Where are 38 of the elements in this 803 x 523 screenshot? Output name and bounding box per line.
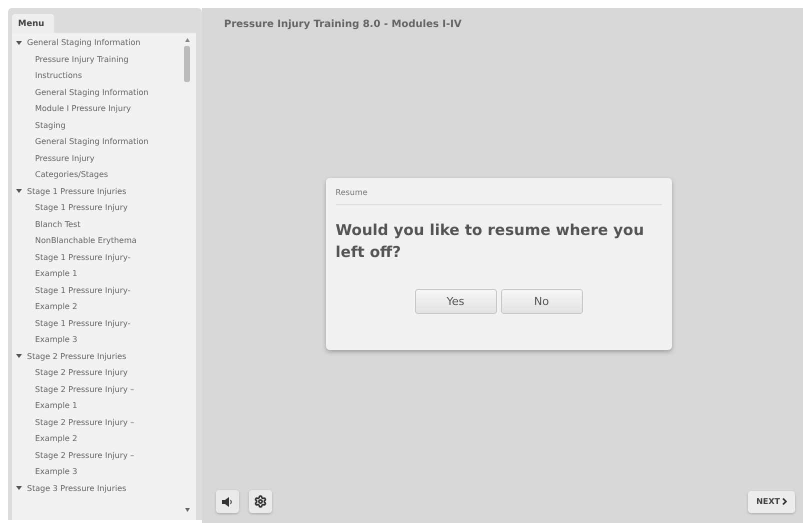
menu-item[interactable]: Pressure Injury Training Instructions	[35, 52, 159, 84]
dialog-button[interactable]: No	[500, 289, 582, 314]
course-title: Pressure Injury Training 8.0 - Modules I-IV	[223, 18, 463, 32]
chevron-icon	[782, 498, 787, 505]
menu-section[interactable]: Stage 1 Pressure Injuries	[27, 184, 126, 200]
scroll-down-icon[interactable]	[184, 508, 190, 512]
scrollbar-thumb[interactable]	[184, 46, 190, 82]
next-button[interactable]: NEXT	[748, 490, 795, 512]
caret-icon[interactable]	[16, 486, 22, 492]
dialog-message: Would you like to resume where you left off?	[336, 220, 645, 263]
menu-item[interactable]: Stage 2 Pressure Injury – Example 3	[35, 448, 159, 480]
menu-item[interactable]: Stage 1 Pressure Injury-Example 2	[35, 282, 159, 316]
menu-item[interactable]: Stage 1 Pressure Injury-Example 1	[35, 250, 159, 282]
sound-button[interactable]	[216, 490, 239, 513]
caret-icon[interactable]	[16, 189, 22, 194]
menu-item[interactable]: Stage 1 Pressure Injury-Example 3	[35, 316, 159, 348]
scroll-up-icon[interactable]	[184, 38, 190, 42]
menu-item[interactable]: General Staging Information	[35, 134, 159, 150]
menu-section[interactable]: Stage 3 Pressure Injuries	[27, 480, 126, 497]
caret-icon[interactable]	[16, 40, 22, 46]
settings-icon	[254, 495, 267, 508]
menu-section[interactable]: General Staging Information	[27, 35, 140, 52]
menu-item[interactable]: NonBlanchable Erythema	[35, 233, 159, 250]
menu-tab[interactable]: Menu	[12, 14, 54, 33]
speaker-icon	[222, 496, 233, 506]
menu-item[interactable]: Stage 2 Pressure Injury – Example 2	[35, 414, 159, 448]
menu-item[interactable]: Blanch Test	[35, 216, 159, 233]
menu-item[interactable]: Pressure Injury Categories/Stages	[35, 150, 159, 184]
menu-item[interactable]: Stage 1 Pressure Injury	[35, 200, 159, 216]
caret-icon[interactable]	[16, 354, 22, 360]
menu-item[interactable]: General Staging Information	[35, 84, 159, 101]
settings-button[interactable]	[249, 490, 272, 513]
menu-item[interactable]: Module I Pressure Injury Staging	[35, 101, 159, 134]
dialog-title: Resume	[336, 188, 662, 205]
menu-item[interactable]: Stage 2 Pressure Injury – Example 1	[35, 382, 159, 414]
menu-item[interactable]: Stage 2 Pressure Injury	[35, 365, 159, 382]
dialog-button[interactable]: Yes	[414, 289, 496, 314]
menu-section[interactable]: Stage 2 Pressure Injuries	[27, 348, 126, 365]
